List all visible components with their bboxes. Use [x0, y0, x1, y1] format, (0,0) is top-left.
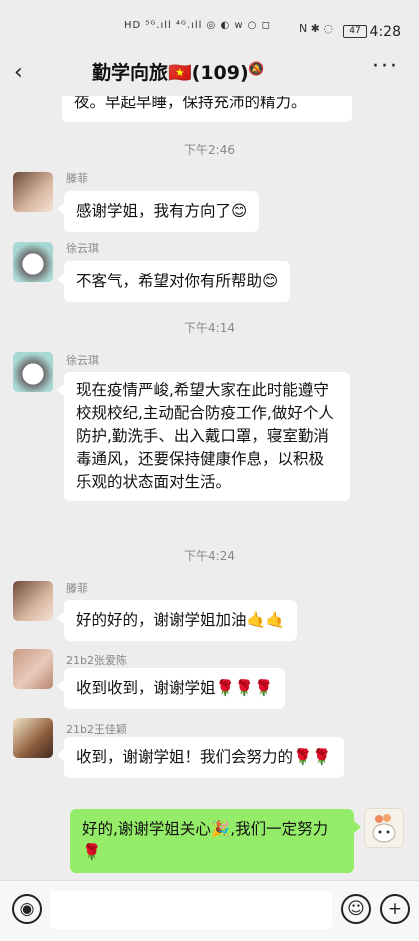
- message-text: 好的,谢谢学姐关心🎉,我们一定努力🌹: [82, 820, 329, 861]
- message-text: 收到收到，谢谢学姐🌹🌹🌹: [76, 679, 274, 697]
- message-bubble[interactable]: 夜。早起早睡，保持充沛的精力。: [62, 96, 352, 122]
- my-avatar[interactable]: [364, 808, 404, 848]
- message-bubble[interactable]: 收到，谢谢学姐！我们会努力的🌹🌹: [64, 737, 344, 778]
- timestamp: 下午4:14: [184, 321, 235, 335]
- message-text: 收到，谢谢学姐！我们会努力的🌹🌹: [76, 748, 332, 766]
- chat-header: ‹ 勤学向旅🇻🇳(109) 🔕 ···: [0, 44, 419, 96]
- bubble-tail: [57, 384, 64, 396]
- my-message-bubble[interactable]: 好的,谢谢学姐关心🎉,我们一定努力🌹: [70, 809, 354, 873]
- system-icons: N ✱ ◌: [298, 22, 333, 35]
- message-text: 感谢学姐，我有方向了😊: [76, 202, 248, 220]
- signal-icons: HD ⁵ᴳ.ıll ⁴ᴳ.ıll ◎ ◐ w ○ ◻: [124, 20, 271, 31]
- bubble-tail: [57, 749, 64, 761]
- avatar[interactable]: [13, 718, 53, 758]
- input-toolbar: ◉ ☺ +: [0, 880, 419, 941]
- cartoon-avatar-icon: [372, 814, 396, 843]
- clock: 4:28: [369, 24, 401, 40]
- sender-name: 徐云琪: [66, 242, 99, 255]
- emoji-icon[interactable]: ☺: [341, 894, 371, 924]
- battery-icon: 47: [343, 25, 367, 38]
- sender-name: 21b2王佳颖: [66, 723, 127, 736]
- message-bubble[interactable]: 现在疫情严峻,希望大家在此时能遵守校规校纪,主动配合防疫工作,做好个人防护,勤洗…: [64, 372, 350, 501]
- message-text: 夜。早起早睡，保持充沛的精力。: [74, 96, 307, 111]
- message-text: 现在疫情严峻,希望大家在此时能遵守校规校纪,主动配合防疫工作,做好个人防护,勤洗…: [76, 381, 334, 491]
- bubble-tail: [57, 612, 64, 624]
- bubble-tail: [57, 203, 64, 215]
- back-icon[interactable]: ‹: [14, 60, 23, 85]
- bubble-tail: [354, 821, 361, 833]
- timestamp: 下午2:46: [184, 143, 235, 157]
- avatar[interactable]: [13, 352, 53, 392]
- avatar[interactable]: [13, 649, 53, 689]
- sender-name: 徐云琪: [66, 354, 99, 367]
- sender-name: 滕菲: [66, 582, 88, 595]
- bubble-tail: [57, 680, 64, 692]
- voice-icon[interactable]: ◉: [12, 894, 42, 924]
- sender-name: 滕菲: [66, 172, 88, 185]
- message-bubble[interactable]: 收到收到，谢谢学姐🌹🌹🌹: [64, 668, 286, 709]
- more-options-icon[interactable]: ···: [372, 54, 399, 79]
- sender-name: 21b2张爱陈: [66, 654, 127, 667]
- chat-title: 勤学向旅🇻🇳(109): [92, 62, 249, 84]
- status-bar: HD ⁵ᴳ.ıll ⁴ᴳ.ıll ◎ ◐ w ○ ◻ N ✱ ◌ 47 4:28: [0, 0, 419, 44]
- message-bubble[interactable]: 不客气，希望对你有所帮助😊: [64, 261, 291, 302]
- timestamp: 下午4:24: [184, 549, 235, 563]
- message-text: 不客气，希望对你有所帮助😊: [76, 272, 279, 290]
- avatar[interactable]: [13, 172, 53, 212]
- plus-icon[interactable]: +: [380, 894, 410, 924]
- mute-icon: 🔕: [248, 62, 265, 77]
- message-text: 好的好的，谢谢学姐加油🤙🤙: [76, 611, 286, 629]
- avatar[interactable]: [13, 581, 53, 621]
- message-bubble[interactable]: 感谢学姐，我有方向了😊: [64, 191, 260, 232]
- message-bubble[interactable]: 好的好的，谢谢学姐加油🤙🤙: [64, 600, 298, 641]
- message-input[interactable]: [50, 891, 332, 929]
- avatar[interactable]: [13, 242, 53, 282]
- bubble-tail: [57, 273, 64, 285]
- chat-area[interactable]: 夜。早起早睡，保持充沛的精力。 下午2:46 滕菲 感谢学姐，我有方向了😊 徐云…: [0, 96, 419, 881]
